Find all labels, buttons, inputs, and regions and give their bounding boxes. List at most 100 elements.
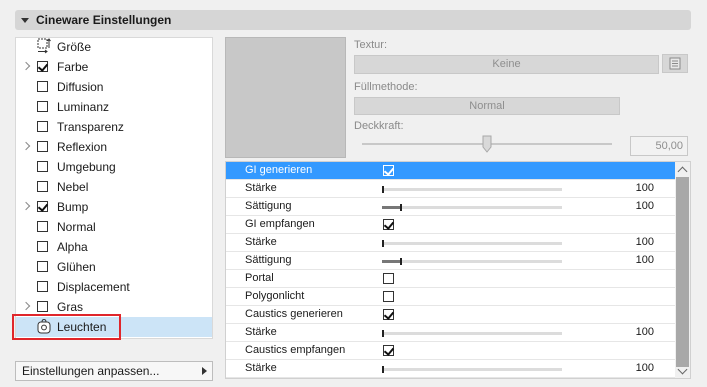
channel-item[interactable]: Farbe <box>16 57 212 77</box>
channel-item[interactable]: Reflexion <box>16 137 212 157</box>
channel-item[interactable]: Größe <box>16 37 212 57</box>
scrollbar-thumb[interactable] <box>676 177 689 367</box>
gi-row[interactable]: GI generieren <box>226 162 676 180</box>
channel-label: Nebel <box>57 180 89 194</box>
gi-row[interactable]: Stärke 100 <box>226 324 676 342</box>
channel-label: Bump <box>57 200 89 214</box>
channel-item[interactable]: Transparenz <box>16 117 212 137</box>
gi-row[interactable]: Sättigung 100 <box>226 252 676 270</box>
gi-slider-knob[interactable] <box>400 258 402 265</box>
gi-row-label: Portal <box>245 272 274 284</box>
gi-row-label: Polygonlicht <box>245 290 305 302</box>
channel-checkbox[interactable] <box>37 301 48 312</box>
panel-header[interactable]: Cineware Einstellungen <box>15 10 691 30</box>
channel-checkbox[interactable] <box>37 61 48 72</box>
gi-row[interactable]: Sättigung 100 <box>226 198 676 216</box>
channel-checkbox[interactable] <box>37 201 48 212</box>
gi-row[interactable]: Portal <box>226 270 676 288</box>
gi-slider[interactable] <box>382 258 562 265</box>
channel-item[interactable]: Luminanz <box>16 97 212 117</box>
gi-checkbox[interactable] <box>383 291 394 302</box>
gi-row[interactable]: Stärke 100 <box>226 180 676 198</box>
gi-value[interactable]: 100 <box>636 326 654 338</box>
settings-customize-button[interactable]: Einstellungen anpassen... <box>15 361 213 381</box>
channel-item[interactable]: Displacement <box>16 277 212 297</box>
gi-checkbox[interactable] <box>383 345 394 356</box>
texture-browse-button[interactable] <box>662 54 688 73</box>
gi-slider-knob[interactable] <box>382 366 384 373</box>
opacity-value-field[interactable]: 50,00 <box>630 136 688 156</box>
channel-checkbox[interactable] <box>37 261 48 272</box>
channel-label: Alpha <box>57 240 88 254</box>
channel-checkbox[interactable] <box>37 81 48 92</box>
gi-row[interactable]: Stärke 100 <box>226 360 676 378</box>
channel-checkbox[interactable] <box>37 121 48 132</box>
channel-label: Displacement <box>57 280 130 294</box>
vertical-scrollbar[interactable] <box>675 162 690 378</box>
channel-list: Größe Farbe Diffusion Luminanz Transparenz Re… <box>15 37 213 339</box>
gi-row[interactable]: Caustics generieren <box>226 306 676 324</box>
gi-row[interactable]: GI empfangen <box>226 216 676 234</box>
collapse-triangle-icon[interactable] <box>21 17 29 23</box>
gi-slider-knob[interactable] <box>382 186 384 193</box>
channel-item[interactable]: Alpha <box>16 237 212 257</box>
highlight-box <box>12 314 121 340</box>
channel-label: Glühen <box>57 260 96 274</box>
gi-row-label: Caustics empfangen <box>245 344 346 356</box>
channel-checkbox[interactable] <box>37 281 48 292</box>
channel-item[interactable]: Umgebung <box>16 157 212 177</box>
channel-item[interactable]: Glühen <box>16 257 212 277</box>
gi-row-label: GI empfangen <box>245 218 315 230</box>
gi-row-label: GI generieren <box>245 164 313 176</box>
gi-slider-fill <box>382 206 400 209</box>
gi-slider[interactable] <box>382 240 562 247</box>
gi-slider[interactable] <box>382 330 562 337</box>
gi-slider-knob[interactable] <box>382 240 384 247</box>
opacity-slider-thumb[interactable] <box>482 135 492 153</box>
channel-item[interactable]: Nebel <box>16 177 212 197</box>
chevron-right-icon[interactable] <box>21 61 31 71</box>
panel-title: Cineware Einstellungen <box>36 13 172 27</box>
gi-value[interactable]: 100 <box>636 362 654 374</box>
gi-slider[interactable] <box>382 204 562 211</box>
gi-checkbox[interactable] <box>383 309 394 320</box>
gi-slider[interactable] <box>382 186 562 193</box>
channel-checkbox[interactable] <box>37 101 48 112</box>
channel-label: Gras <box>57 300 84 314</box>
gi-row[interactable]: Caustics empfangen <box>226 342 676 360</box>
gi-value[interactable]: 100 <box>636 254 654 266</box>
gi-row-label: Stärke <box>245 236 277 248</box>
channel-label: Transparenz <box>57 120 124 134</box>
channel-label: Reflexion <box>57 140 108 154</box>
gi-slider-knob[interactable] <box>382 330 384 337</box>
gi-checkbox[interactable] <box>383 165 394 176</box>
arrow-right-icon <box>202 367 207 375</box>
chevron-right-icon[interactable] <box>21 141 31 151</box>
channel-label: Umgebung <box>57 160 116 174</box>
channel-item[interactable]: Normal <box>16 217 212 237</box>
channel-checkbox[interactable] <box>37 161 48 172</box>
gi-slider[interactable] <box>382 366 562 373</box>
texture-label: Textur: <box>354 39 388 51</box>
gi-row[interactable]: Polygonlicht <box>226 288 676 306</box>
gi-checkbox[interactable] <box>383 219 394 230</box>
channel-checkbox[interactable] <box>37 241 48 252</box>
gi-slider-knob[interactable] <box>400 204 402 211</box>
gi-value[interactable]: 100 <box>636 200 654 212</box>
gi-value[interactable]: 100 <box>636 236 654 248</box>
texture-field[interactable]: Keine <box>354 55 659 74</box>
channel-item[interactable]: Bump <box>16 197 212 217</box>
scroll-up-icon[interactable] <box>677 166 688 177</box>
channel-label: Größe <box>57 40 92 54</box>
channel-checkbox[interactable] <box>37 221 48 232</box>
gi-checkbox[interactable] <box>383 273 394 284</box>
channel-checkbox[interactable] <box>37 181 48 192</box>
channel-item[interactable]: Diffusion <box>16 77 212 97</box>
gi-value[interactable]: 100 <box>636 182 654 194</box>
channel-checkbox[interactable] <box>37 141 48 152</box>
chevron-right-icon[interactable] <box>21 301 31 311</box>
fill-method-select[interactable]: Normal <box>354 97 620 115</box>
chevron-right-icon[interactable] <box>21 201 31 211</box>
channel-label: Diffusion <box>57 80 104 94</box>
gi-row[interactable]: Stärke 100 <box>226 234 676 252</box>
